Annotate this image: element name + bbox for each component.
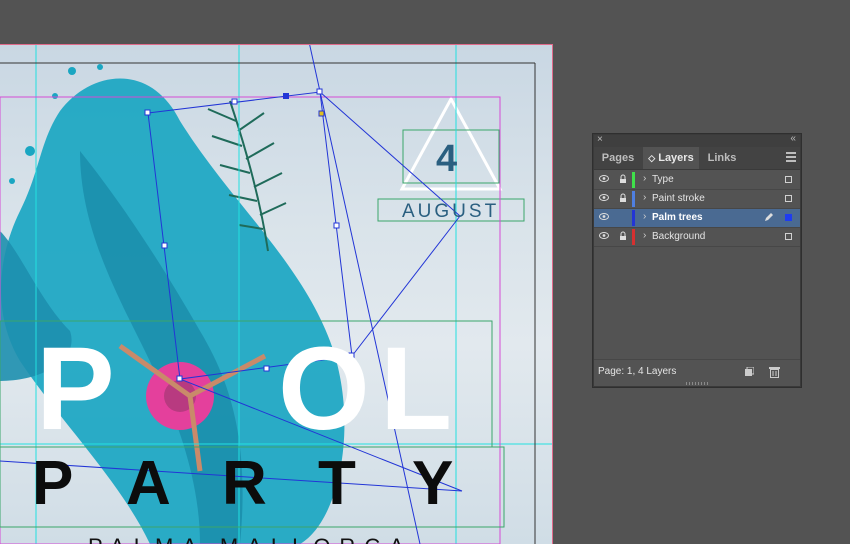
panel-footer: Page: 1, 4 Layers bbox=[594, 359, 800, 386]
eye-icon[interactable] bbox=[599, 232, 609, 239]
lock-icon[interactable] bbox=[618, 174, 628, 184]
layer-name: Palm trees bbox=[652, 212, 703, 223]
sort-icon: ◇ bbox=[648, 153, 655, 163]
tab-links-label: Links bbox=[708, 152, 737, 164]
layers-panel: × ‹‹ Pages ◇Layers Links › Type › bbox=[593, 134, 801, 387]
headline-letter-p: P bbox=[36, 330, 115, 448]
eye-icon[interactable] bbox=[599, 194, 609, 201]
eye-icon[interactable] bbox=[599, 175, 609, 182]
party-letter-p: P bbox=[32, 453, 73, 515]
tab-layers-label: Layers bbox=[658, 152, 693, 164]
status-text: Page: 1, 4 Layers bbox=[598, 366, 676, 377]
layer-color-swatch bbox=[632, 191, 635, 207]
party-letter-t: T bbox=[318, 453, 356, 515]
collapse-panel-icon[interactable]: ‹‹ bbox=[790, 133, 795, 144]
hamburger-menu-icon[interactable] bbox=[786, 152, 796, 164]
date-number: 4 bbox=[436, 138, 457, 181]
headline-letter-o: O bbox=[278, 330, 370, 448]
layer-row-background[interactable]: › Background bbox=[594, 228, 800, 247]
tab-links[interactable]: Links bbox=[700, 147, 744, 169]
target-square-icon[interactable] bbox=[785, 233, 792, 240]
panel-tabs: Pages ◇Layers Links bbox=[594, 147, 800, 170]
chevron-right-icon[interactable]: › bbox=[643, 211, 646, 222]
target-square-icon[interactable] bbox=[785, 214, 792, 221]
party-letter-a: A bbox=[126, 453, 171, 515]
document-page[interactable]: P O L P A R T Y 4 AUGUST PALMA MALLORCA bbox=[0, 44, 553, 544]
chevron-right-icon[interactable]: › bbox=[643, 230, 646, 241]
tab-pages[interactable]: Pages bbox=[594, 147, 642, 169]
party-letter-y: Y bbox=[412, 453, 453, 515]
layer-name: Type bbox=[652, 174, 674, 185]
new-layer-icon[interactable] bbox=[744, 367, 754, 377]
layer-color-swatch bbox=[632, 229, 635, 245]
tab-pages-label: Pages bbox=[602, 152, 634, 164]
chevron-right-icon[interactable]: › bbox=[643, 173, 646, 184]
tab-layers[interactable]: ◇Layers bbox=[643, 147, 699, 169]
eye-icon[interactable] bbox=[599, 213, 609, 220]
poster-artwork bbox=[0, 45, 552, 544]
layer-name: Paint stroke bbox=[652, 193, 705, 204]
party-letter-r: R bbox=[222, 453, 267, 515]
resize-grip[interactable] bbox=[686, 382, 708, 385]
layer-row-paint-stroke[interactable]: › Paint stroke bbox=[594, 190, 800, 209]
target-square-icon[interactable] bbox=[785, 176, 792, 183]
lock-icon[interactable] bbox=[618, 231, 628, 241]
layer-color-swatch bbox=[632, 210, 635, 226]
layer-color-swatch bbox=[632, 172, 635, 188]
pen-icon bbox=[764, 212, 774, 222]
layer-list: › Type › Paint stroke › Palm trees bbox=[594, 171, 800, 247]
panel-titlebar[interactable]: × ‹‹ bbox=[594, 135, 800, 147]
date-month: AUGUST bbox=[402, 201, 499, 223]
headline-letter-l: L bbox=[380, 330, 452, 448]
layer-name: Background bbox=[652, 231, 705, 242]
chevron-right-icon[interactable]: › bbox=[643, 192, 646, 203]
layer-row-type[interactable]: › Type bbox=[594, 171, 800, 190]
target-square-icon[interactable] bbox=[785, 195, 792, 202]
lock-icon[interactable] bbox=[618, 193, 628, 203]
close-icon[interactable]: × bbox=[597, 134, 603, 145]
trash-icon[interactable] bbox=[769, 366, 780, 378]
layer-row-palm-trees[interactable]: › Palm trees bbox=[594, 209, 800, 228]
